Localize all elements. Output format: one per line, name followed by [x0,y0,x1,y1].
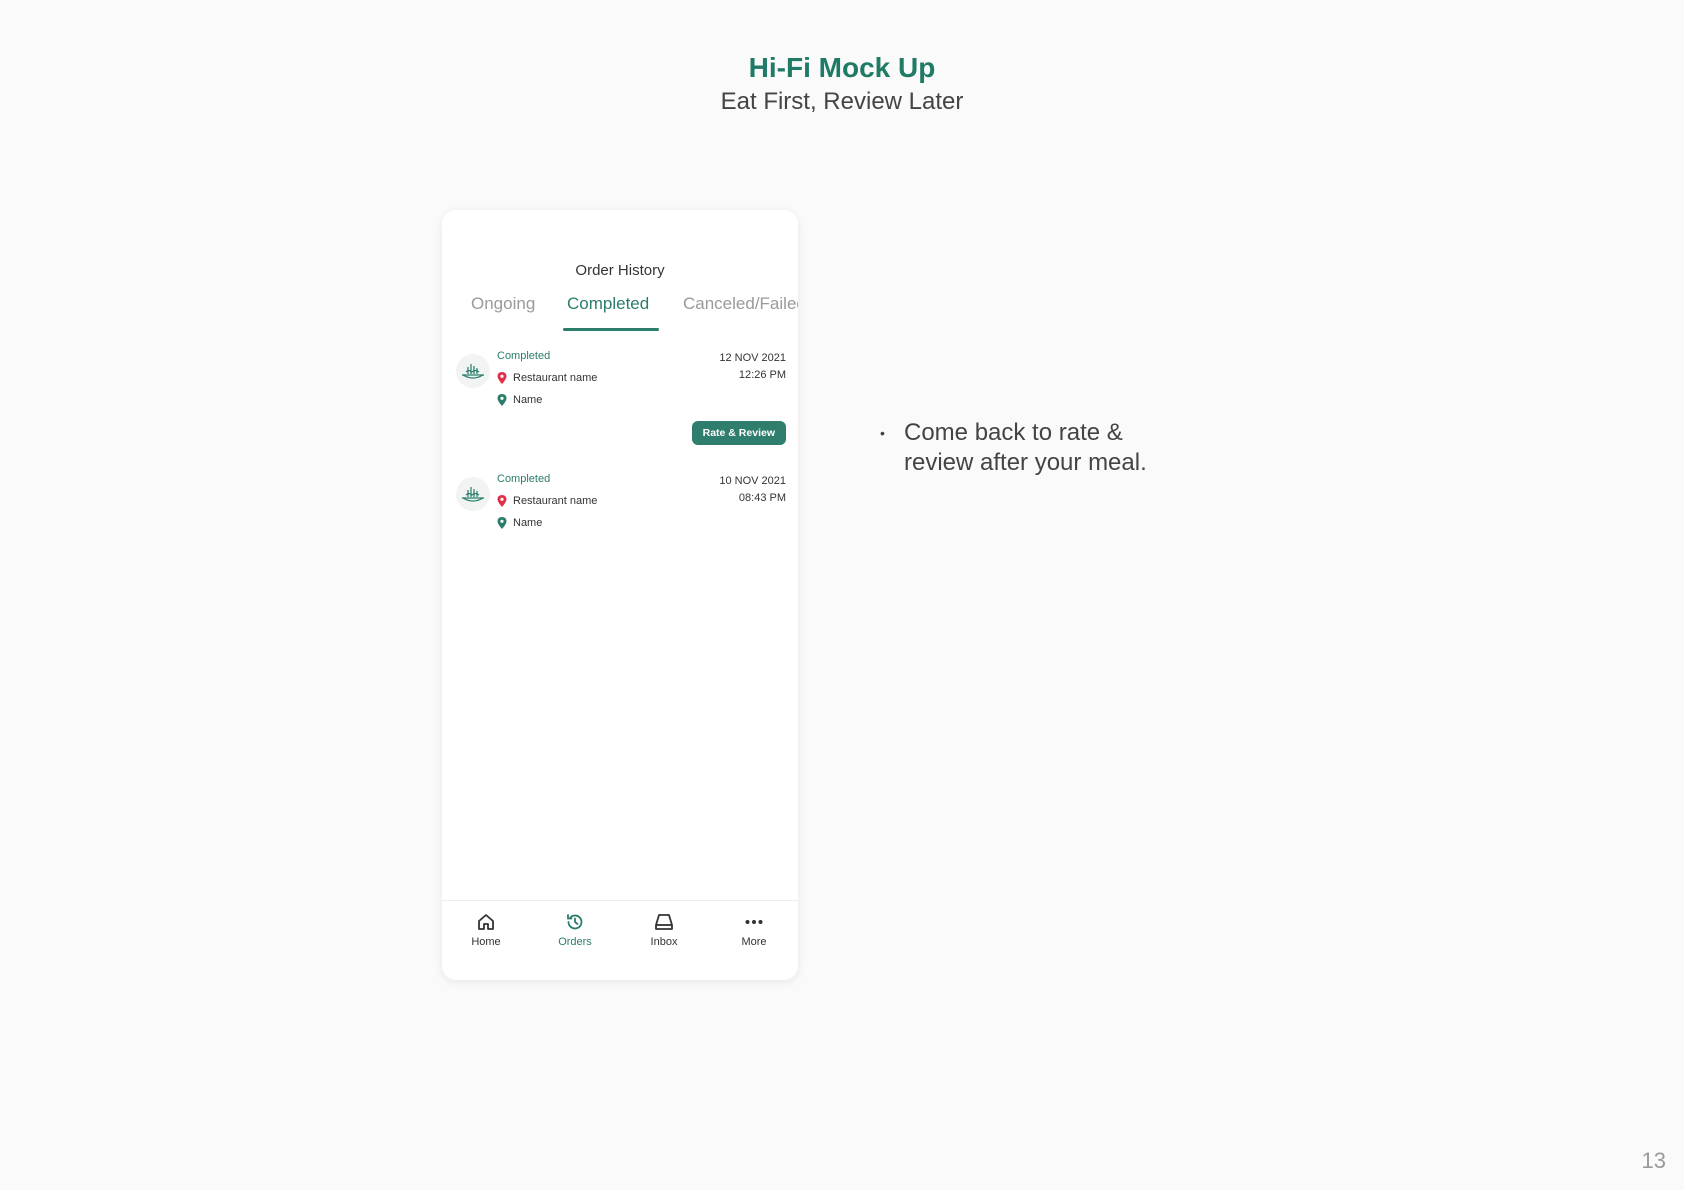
location-pin-icon [497,517,507,529]
tab-ongoing[interactable]: Ongoing [471,294,535,314]
order-time: 12:26 PM [738,369,786,381]
inbox-icon [655,914,673,930]
restaurant-row: Restaurant name [497,495,597,507]
history-icon [567,914,583,930]
order-card[interactable]: Completed Restaurant name Name 10 NOV 20… [442,473,798,583]
restaurant-icon [456,354,490,388]
location-pin-icon [497,394,507,406]
order-time: 08:43 PM [738,492,786,504]
more-icon [745,920,763,924]
restaurant-name: Restaurant name [513,495,598,507]
page-number: 13 [1641,1148,1666,1173]
customer-row: Name [497,517,542,529]
order-date: 10 NOV 2021 [719,475,786,487]
slide-subtitle: Eat First, Review Later [720,88,964,115]
nav-inbox[interactable]: Inbox [634,911,694,948]
nav-inbox-label: Inbox [650,936,678,948]
note-text: Come back to rate & review after your me… [904,419,1147,476]
nav-more[interactable]: More [724,911,784,948]
rate-review-button[interactable]: Rate & Review [691,421,786,445]
nav-more-label: More [741,936,767,948]
order-datetime: 12 NOV 2021 12:26 PM [719,350,786,384]
map-pin-icon [497,495,507,507]
restaurant-row: Restaurant name [497,372,597,384]
order-datetime: 10 NOV 2021 08:43 PM [719,473,786,507]
nav-home-label: Home [471,936,501,948]
bottom-nav: Home Orders Inbox More [442,900,798,980]
customer-row: Name [497,394,542,406]
nav-orders-label: Orders [558,936,592,948]
order-status: Completed [497,350,551,362]
home-icon [478,914,494,930]
customer-name: Name [513,394,543,406]
customer-name: Name [513,517,543,529]
map-pin-icon [497,372,507,384]
screen-title: Order History [575,262,665,279]
slide-title: Hi-Fi Mock Up [748,52,936,83]
order-date: 12 NOV 2021 [719,352,786,364]
nav-orders[interactable]: Orders [545,911,605,948]
nav-home[interactable]: Home [456,911,516,948]
phone-mockup: Order History Ongoing Completed Canceled… [442,210,798,980]
tab-completed[interactable]: Completed [567,294,649,314]
restaurant-icon [456,477,490,511]
note-bullet: • [880,425,885,441]
tab-canceled-failed[interactable]: Canceled/Failed [683,294,798,314]
slide-note: • Come back to rate & review after your … [880,418,1180,478]
restaurant-name: Restaurant name [513,372,598,384]
order-tabs: Ongoing Completed Canceled/Failed [442,294,798,342]
order-card[interactable]: Completed Restaurant name Name 12 NOV 20… [442,350,798,460]
tab-indicator [563,328,659,331]
order-status: Completed [497,473,551,485]
